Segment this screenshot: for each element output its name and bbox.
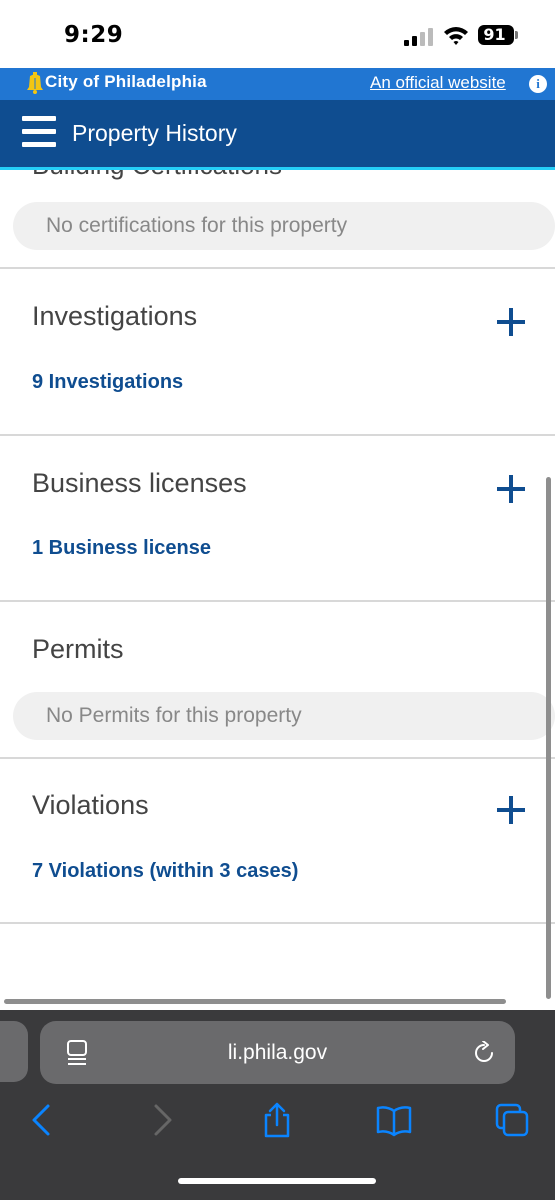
- investigations-heading: Investigations: [32, 301, 198, 331]
- divider: [0, 600, 555, 602]
- liberty-bell-icon: [27, 72, 43, 94]
- cellular-signal-icon: [404, 28, 433, 46]
- info-icon[interactable]: i: [529, 75, 547, 93]
- hamburger-menu-icon[interactable]: [22, 116, 56, 148]
- property-history-content: Building Certifications No certification…: [0, 170, 555, 1010]
- forward-arrow-icon[interactable]: [144, 1102, 180, 1138]
- app-header: Property History: [0, 100, 555, 167]
- violations-link[interactable]: 7 Violations (within 3 cases): [32, 860, 298, 883]
- business-licenses-expand-plus-icon[interactable]: [497, 475, 525, 503]
- investigations-link[interactable]: 9 Investigations: [32, 371, 183, 394]
- tabs-icon[interactable]: [494, 1102, 530, 1138]
- business-licenses-link[interactable]: 1 Business license: [32, 537, 211, 560]
- back-arrow-icon[interactable]: [24, 1102, 60, 1138]
- reload-icon[interactable]: [472, 1041, 496, 1065]
- business-licenses-heading: Business licenses: [32, 468, 247, 498]
- bookmarks-book-icon[interactable]: [376, 1102, 412, 1138]
- address-bar[interactable]: li.phila.gov: [40, 1021, 515, 1084]
- status-bar: 9:29 91: [0, 0, 555, 68]
- previous-tab-preview[interactable]: [0, 1021, 28, 1082]
- page-title: Property History: [72, 120, 237, 146]
- investigations-expand-plus-icon[interactable]: [497, 308, 525, 336]
- horizontal-scrollbar[interactable]: [4, 999, 506, 1004]
- share-icon[interactable]: [259, 1102, 295, 1138]
- permits-heading: Permits: [32, 634, 124, 664]
- official-website-link[interactable]: An official website: [370, 73, 506, 93]
- url-text[interactable]: li.phila.gov: [40, 1021, 515, 1084]
- violations-expand-plus-icon[interactable]: [497, 796, 525, 824]
- permits-empty-message: No Permits for this property: [13, 692, 555, 740]
- city-name[interactable]: City of Philadelphia: [45, 72, 207, 92]
- battery-level: 91: [483, 25, 506, 44]
- city-banner: City of Philadelphia An official website…: [0, 68, 555, 100]
- divider: [0, 757, 555, 759]
- battery-tip: [515, 31, 518, 39]
- vertical-scrollbar[interactable]: [546, 477, 551, 999]
- divider: [0, 267, 555, 269]
- certifications-empty-message: No certifications for this property: [13, 202, 555, 250]
- divider: [0, 922, 555, 924]
- home-indicator[interactable]: [178, 1178, 376, 1184]
- status-time: 9:29: [64, 22, 124, 48]
- wifi-icon: [444, 27, 468, 45]
- battery-icon: 91: [478, 25, 514, 45]
- certifications-heading: Building Certifications: [32, 170, 282, 181]
- violations-heading: Violations: [32, 790, 149, 820]
- divider: [0, 434, 555, 436]
- browser-toolbar: li.phila.gov: [0, 1010, 555, 1200]
